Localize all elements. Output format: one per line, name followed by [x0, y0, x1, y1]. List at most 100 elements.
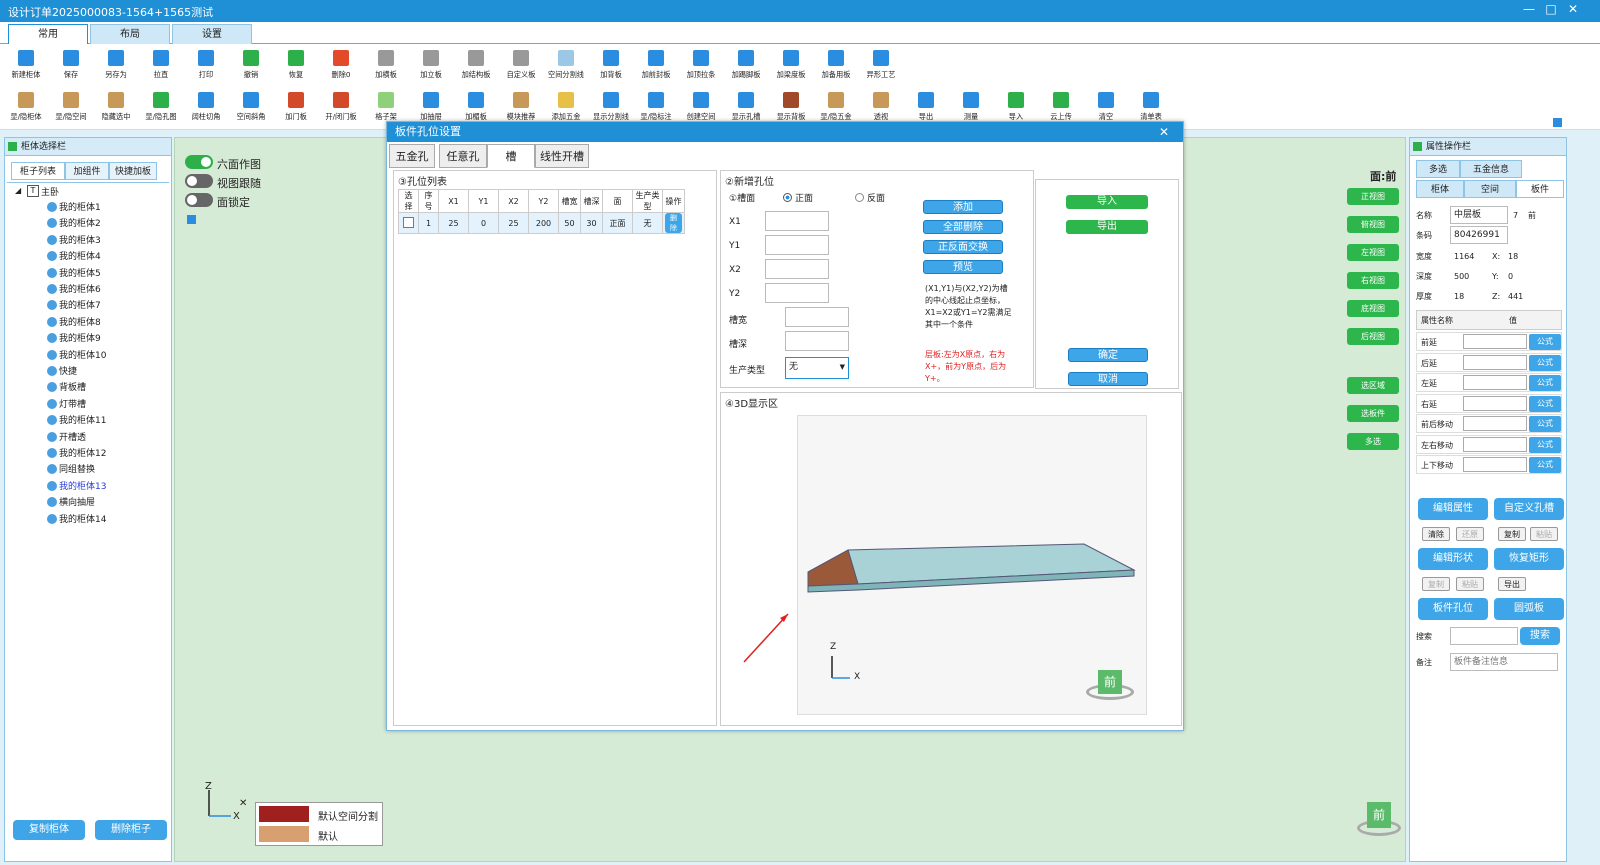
formula-button[interactable]: 公式	[1529, 416, 1561, 432]
toolbar-button[interactable]: 加横板	[364, 46, 408, 86]
formula-button[interactable]: 公式	[1529, 395, 1561, 412]
toolbar-button[interactable]: 拉直	[139, 46, 183, 86]
toolbar-button[interactable]: 另存为	[94, 46, 138, 86]
edit-attr-button[interactable]: 编辑属性	[1418, 498, 1488, 520]
collapse-icon[interactable]: ◢	[15, 186, 21, 195]
toolbar-button[interactable]: 恢复	[274, 46, 318, 86]
toolbar-button[interactable]: 加梁度板	[769, 46, 813, 86]
x2-input[interactable]	[765, 259, 829, 279]
tree-item[interactable]: 我的柜体3	[47, 234, 101, 248]
tab-common[interactable]: 常用	[8, 24, 88, 44]
toolbar-button[interactable]: 保存	[49, 46, 93, 86]
formula-button[interactable]: 公式	[1529, 375, 1561, 391]
select-button[interactable]: 选板件	[1347, 405, 1399, 422]
tab-hardware-info[interactable]: 五金信息	[1460, 160, 1522, 178]
paste-button[interactable]: 粘贴	[1530, 527, 1558, 541]
view-cube-face[interactable]: 前	[1098, 670, 1122, 694]
x1-input[interactable]	[765, 211, 829, 231]
radio-back[interactable]: 反面	[855, 191, 885, 204]
formula-button[interactable]: 公式	[1529, 457, 1561, 473]
view3d-canvas[interactable]: Z X 前	[797, 415, 1147, 715]
custom-hole-button[interactable]: 自定义孔槽	[1494, 498, 1564, 520]
attr-value-input[interactable]	[1463, 457, 1527, 472]
select-button[interactable]: 多选	[1347, 433, 1399, 450]
y2-input[interactable]	[765, 283, 829, 303]
toolbar-button[interactable]: 打印	[184, 46, 228, 86]
toolbar-button[interactable]: 加踢脚板	[724, 46, 768, 86]
ok-button[interactable]: 确定	[1068, 348, 1148, 362]
slot-width-input[interactable]	[785, 307, 849, 327]
import-button[interactable]: 导入	[1066, 195, 1148, 209]
view-button[interactable]: 俯视图	[1347, 216, 1399, 233]
tree-item[interactable]: 开槽透	[47, 431, 86, 445]
view-button[interactable]: 后视图	[1347, 328, 1399, 345]
tree-root[interactable]: 主卧	[41, 185, 59, 198]
tab-add-component[interactable]: 加组件	[65, 162, 109, 180]
tree-item[interactable]: 灯带槽	[47, 398, 86, 412]
view-button[interactable]: 右视图	[1347, 272, 1399, 289]
swap-face-button[interactable]: 正反面交换	[923, 240, 1003, 254]
toolbar-button[interactable]: 加顶拉条	[679, 46, 723, 86]
view-button[interactable]: 左视图	[1347, 244, 1399, 261]
toolbar-button[interactable]: 撤销	[229, 46, 273, 86]
copy-button[interactable]: 复制	[1498, 527, 1526, 541]
prod-type-select[interactable]: 无 ▼	[785, 357, 849, 379]
search-input[interactable]	[1450, 627, 1518, 645]
copy2-button[interactable]: 复制	[1422, 577, 1450, 591]
tab-slot[interactable]: 槽	[487, 144, 535, 168]
tab-hardware-hole[interactable]: 五金孔	[389, 144, 435, 168]
tab-settings[interactable]: 设置	[172, 24, 252, 44]
toolbar-button[interactable]: 加立板	[409, 46, 453, 86]
view-follow-toggle[interactable]	[185, 174, 213, 188]
board-hole-button[interactable]: 板件孔位	[1418, 598, 1488, 620]
cancel-button[interactable]: 取消	[1068, 372, 1148, 386]
maximize-button[interactable]: □	[1542, 2, 1560, 16]
formula-button[interactable]: 公式	[1529, 354, 1561, 371]
tree-item[interactable]: 我的柜体10	[47, 349, 106, 363]
tab-cabinet-list[interactable]: 柜子列表	[11, 162, 65, 180]
code-field[interactable]: 80426991	[1450, 226, 1508, 244]
tree-item[interactable]: 我的柜体14	[47, 513, 106, 527]
slot-depth-input[interactable]	[785, 331, 849, 351]
tab-linear-slot[interactable]: 线性开槽	[535, 144, 589, 168]
attr-value-input[interactable]	[1463, 354, 1527, 370]
grid-icon[interactable]	[1553, 118, 1562, 127]
tree-item[interactable]: 我的柜体6	[47, 283, 101, 297]
close-button[interactable]: ✕	[1564, 2, 1582, 16]
search-button[interactable]: 搜索	[1520, 627, 1560, 645]
tree-item[interactable]: 横向抽屉	[47, 496, 95, 510]
close-icon[interactable]: ✕	[239, 798, 247, 809]
tree-item[interactable]: 背板槽	[47, 381, 86, 395]
tree-item[interactable]: 我的柜体8	[47, 316, 101, 330]
toolbar-button[interactable]: 异形工艺	[859, 46, 903, 86]
tab-space[interactable]: 空间	[1464, 180, 1516, 198]
tab-cabinet[interactable]: 柜体	[1416, 180, 1464, 198]
toolbar-button[interactable]: 隐藏选中	[94, 88, 138, 128]
view-button[interactable]: 底视图	[1347, 300, 1399, 317]
face-lock-toggle[interactable]	[185, 193, 213, 207]
tree-item[interactable]: 我的柜体13	[47, 480, 106, 494]
dialog-close-icon[interactable]: ✕	[1159, 122, 1169, 142]
select-button[interactable]: 选区域	[1347, 377, 1399, 394]
tab-layout[interactable]: 布局	[90, 24, 170, 44]
tree-item[interactable]: 我的柜体7	[47, 299, 101, 313]
toolbar-button[interactable]: 新建柜体	[4, 46, 48, 86]
preview-button[interactable]: 预览	[923, 260, 1003, 274]
six-face-toggle[interactable]	[185, 155, 213, 169]
copy-cabinet-button[interactable]: 复制柜体	[13, 820, 85, 840]
table-row[interactable]: 1 25 0 25 200 50 30 正面 无 删除	[398, 212, 685, 234]
clear-button[interactable]: 清除	[1422, 527, 1450, 541]
toolbar-button[interactable]: 加背板	[589, 46, 633, 86]
delete-all-button[interactable]: 全部删除	[923, 220, 1003, 234]
toolbar-button[interactable]: 开/闭门板	[319, 88, 363, 128]
toolbar-button[interactable]: 加备用板	[814, 46, 858, 86]
toolbar-button[interactable]: 加门板	[274, 88, 318, 128]
attr-value-input[interactable]	[1463, 436, 1527, 452]
attr-value-input[interactable]	[1463, 334, 1527, 349]
view-cube-face[interactable]: 前	[1367, 802, 1391, 828]
tree-item[interactable]: 我的柜体11	[47, 414, 106, 428]
toolbar-button[interactable]: 显/隐空间	[49, 88, 93, 128]
toolbar-button[interactable]: 空间分割线	[544, 46, 588, 86]
tree-item[interactable]: 快捷	[47, 365, 77, 379]
tree-item[interactable]: 我的柜体5	[47, 267, 101, 281]
